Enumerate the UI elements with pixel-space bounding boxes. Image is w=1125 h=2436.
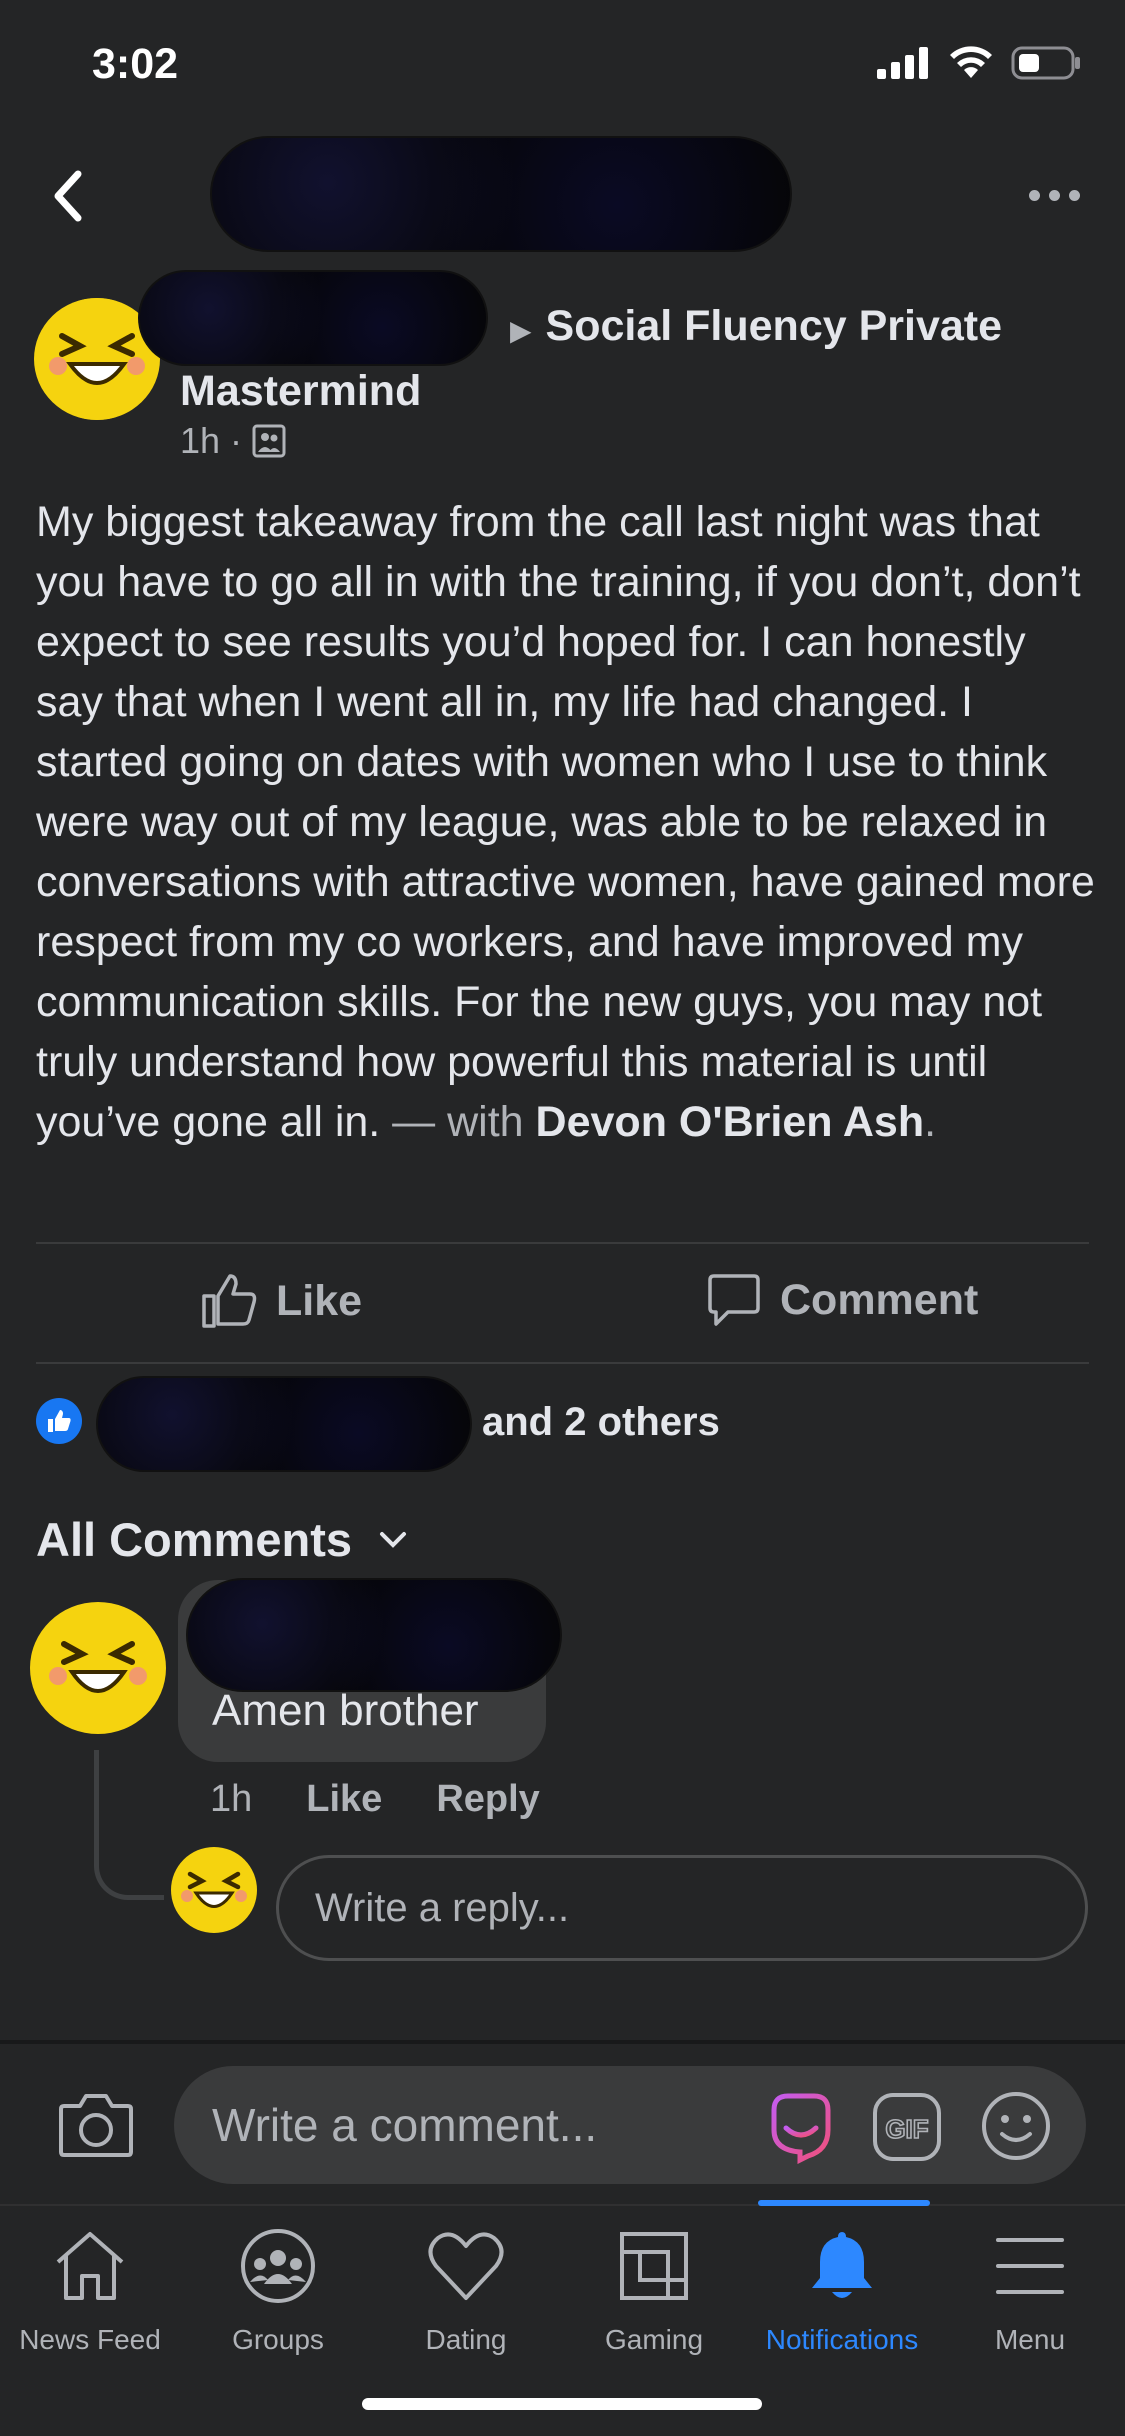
wifi-icon	[950, 46, 992, 78]
tab-dating[interactable]: Dating	[372, 2228, 560, 2356]
post-group-name[interactable]: ▶ Social Fluency Private Mastermind	[180, 296, 1040, 421]
post-timestamp[interactable]: 1h	[180, 420, 220, 462]
comment-like-button[interactable]: Like	[306, 1778, 382, 1821]
home-icon	[56, 2232, 124, 2300]
comment-input[interactable]: Write a comment...	[174, 2066, 1086, 2184]
tab-label: Notifications	[765, 2324, 919, 2355]
comment-text: Amen brother	[212, 1686, 479, 1735]
post-text: My biggest takeaway from the call last n…	[36, 498, 1095, 1146]
emoji-icon[interactable]	[980, 2090, 1052, 2162]
signal-icon	[877, 47, 928, 79]
reactions-summary[interactable]	[36, 1398, 82, 1444]
tab-gaming[interactable]: Gaming	[560, 2228, 748, 2356]
back-chevron-icon[interactable]	[48, 166, 88, 226]
comment-reply-button[interactable]: Reply	[436, 1778, 539, 1821]
hamburger-icon	[996, 2238, 1064, 2294]
tab-label: News Feed	[19, 2324, 161, 2355]
status-time: 3:02	[92, 40, 179, 88]
avatar-sticker-icon[interactable]	[764, 2090, 838, 2164]
commenter-avatar[interactable]	[28, 1600, 168, 1736]
group-audience-icon	[252, 424, 286, 458]
header-title-redacted	[212, 138, 790, 250]
comment-time: 1h	[210, 1778, 253, 1820]
gaming-icon	[620, 2232, 688, 2300]
active-tab-indicator	[758, 2200, 930, 2206]
tagged-person-link[interactable]: Devon O'Brien Ash	[536, 1098, 925, 1146]
divider	[36, 1362, 1089, 1364]
tab-label: Groups	[232, 2324, 324, 2355]
tab-news-feed[interactable]: News Feed	[0, 2228, 184, 2356]
heart-icon	[428, 2232, 504, 2300]
post-body: My biggest takeaway from the call last n…	[36, 492, 1096, 1152]
camera-icon[interactable]	[58, 2092, 134, 2158]
reactor-names-redacted[interactable]	[98, 1378, 470, 1470]
reply-placeholder: Write a reply...	[315, 1885, 570, 1930]
comment-bubble-icon	[708, 1274, 760, 1326]
tab-notifications[interactable]: Notifications	[748, 2228, 936, 2356]
commenter-name-redacted[interactable]	[188, 1580, 560, 1690]
bell-icon	[812, 2232, 872, 2298]
meta-dot: ·	[230, 420, 243, 461]
like-reaction-icon	[36, 1398, 82, 1444]
battery-icon	[1011, 46, 1080, 80]
gif-icon[interactable]: GIF	[872, 2092, 942, 2162]
current-user-avatar	[171, 1847, 257, 1933]
comment-actions: 1h Like Reply	[210, 1778, 540, 1821]
reply-input[interactable]: Write a reply...	[276, 1855, 1088, 1961]
like-button[interactable]: Like	[200, 1272, 362, 1330]
tag-suffix: .	[924, 1098, 937, 1146]
groups-icon	[241, 2229, 315, 2303]
thumbs-up-icon	[202, 1274, 257, 1328]
like-label: Like	[276, 1276, 363, 1325]
home-indicator	[362, 2398, 762, 2410]
chevron-down-icon	[380, 1531, 406, 1548]
divider	[36, 1242, 1089, 1244]
tab-label: Dating	[425, 2324, 507, 2355]
tab-menu[interactable]: Menu	[936, 2228, 1124, 2356]
more-options-icon[interactable]	[1029, 190, 1080, 201]
tab-label: Menu	[994, 2324, 1066, 2355]
status-icons	[877, 46, 1081, 80]
all-comments-filter[interactable]: All Comments	[36, 1512, 408, 1567]
comment-placeholder: Write a comment...	[212, 2099, 598, 2151]
tag-prefix: — with	[380, 1098, 536, 1146]
tab-label: Gaming	[604, 2324, 704, 2355]
post-meta: 1h ·	[180, 420, 286, 462]
arrow-right-icon: ▶	[510, 315, 532, 346]
all-comments-label: All Comments	[36, 1513, 352, 1566]
comment-label: Comment	[780, 1275, 979, 1324]
tab-groups[interactable]: Groups	[184, 2228, 372, 2356]
comment-button[interactable]: Comment	[706, 1272, 978, 1328]
reactions-others[interactable]: and 2 others	[482, 1400, 720, 1445]
svg-text:GIF: GIF	[885, 2114, 928, 2144]
thread-connector	[94, 1750, 164, 1900]
